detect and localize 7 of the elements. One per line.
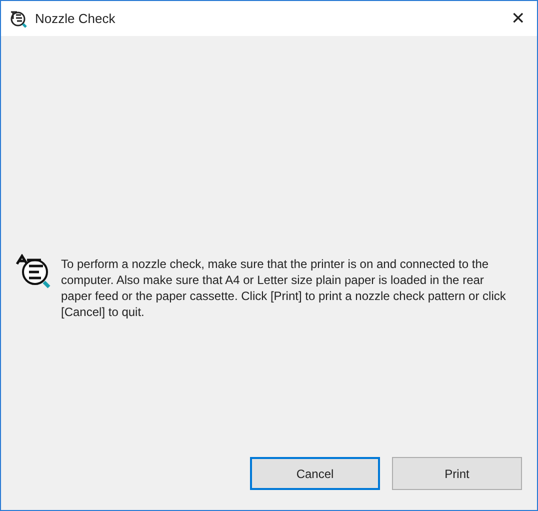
dialog-button[interactable]: Cancel	[250, 457, 380, 490]
printer-magnifier-icon	[8, 8, 28, 28]
window-title: Nozzle Check	[35, 10, 116, 28]
close-button[interactable]: ✕	[511, 6, 525, 32]
dialog-button[interactable]: Print	[392, 457, 522, 490]
message-text: To perform a nozzle check, make sure that the printer is on and connected to the computer. Also make sure that A4 or Letter size plain paper is loaded in the rear paper feed or the paper cassette. Click [Print] to print a nozzle check pattern or click [Cancel] to quit.	[61, 256, 507, 320]
printer-magnifier-icon	[15, 254, 53, 290]
